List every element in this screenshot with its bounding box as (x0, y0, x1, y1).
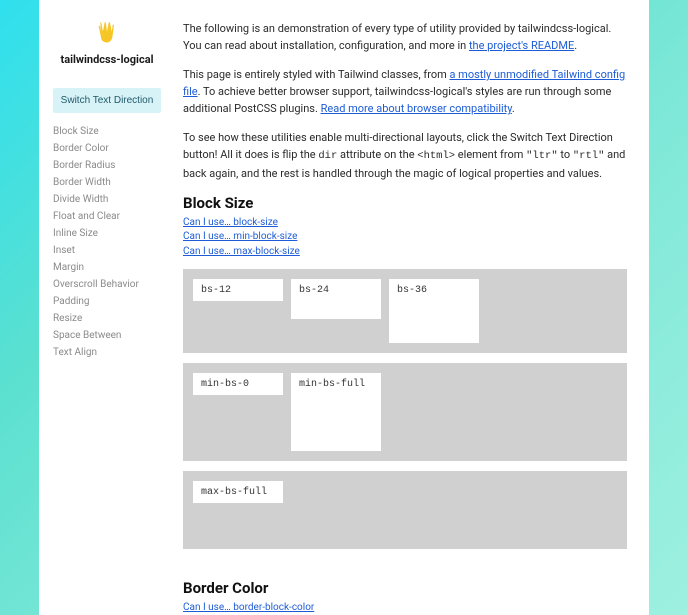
caniuse-border-block-color[interactable]: Can I use… border-block-color (183, 601, 627, 615)
section-block-size: Block Size Can I use… block-size Can I u… (183, 194, 627, 550)
compat-link[interactable]: Read more about browser compatibility (321, 102, 512, 115)
box-bs-36: bs-36 (389, 279, 479, 343)
box-bs-12: bs-12 (193, 279, 283, 301)
nav-overscroll[interactable]: Overscroll Behavior (53, 276, 161, 293)
demo-block-size-1: bs-12 bs-24 bs-36 (183, 269, 627, 353)
logo-block: tailwindcss-logical (53, 20, 161, 66)
nav-padding[interactable]: Padding (53, 293, 161, 310)
caniuse-block-size[interactable]: Can I use… block-size (183, 216, 627, 231)
heading-block-size: Block Size (183, 194, 627, 212)
sidebar-nav: Block Size Border Color Border Radius Bo… (53, 123, 161, 361)
box-min-bs-full: min-bs-full (291, 373, 381, 451)
nav-border-width[interactable]: Border Width (53, 174, 161, 191)
nav-float-clear[interactable]: Float and Clear (53, 208, 161, 225)
readme-link[interactable]: the project's README (469, 39, 574, 52)
nav-margin[interactable]: Margin (53, 259, 161, 276)
demo-block-size-2: min-bs-0 min-bs-full (183, 363, 627, 461)
caniuse-min-block-size[interactable]: Can I use… min-block-size (183, 230, 627, 245)
section-border-color: Border Color Can I use… border-block-col… (183, 579, 627, 615)
nav-border-color[interactable]: Border Color (53, 140, 161, 157)
sidebar: tailwindcss-logical Switch Text Directio… (53, 20, 173, 615)
nav-space-between[interactable]: Space Between (53, 327, 161, 344)
vulcan-hand-icon (93, 20, 121, 48)
nav-divide-width[interactable]: Divide Width (53, 191, 161, 208)
code-rtl: "rtl" (573, 150, 605, 162)
code-ltr: "ltr" (526, 150, 558, 162)
intro-p1: The following is an demonstration of eve… (183, 20, 627, 54)
nav-resize[interactable]: Resize (53, 310, 161, 327)
intro-p2: This page is entirely styled with Tailwi… (183, 66, 627, 117)
intro-p3: To see how these utilities enable multi-… (183, 129, 627, 181)
nav-border-radius[interactable]: Border Radius (53, 157, 161, 174)
box-max-bs-full: max-bs-full (193, 481, 283, 503)
heading-border-color: Border Color (183, 579, 627, 597)
code-dir: dir (318, 150, 337, 162)
nav-text-align[interactable]: Text Align (53, 344, 161, 361)
nav-inset[interactable]: Inset (53, 242, 161, 259)
intro-block: The following is an demonstration of eve… (183, 20, 627, 182)
nav-inline-size[interactable]: Inline Size (53, 225, 161, 242)
code-html: <html> (417, 150, 455, 162)
box-bs-24: bs-24 (291, 279, 381, 319)
caniuse-max-block-size[interactable]: Can I use… max-block-size (183, 245, 627, 260)
switch-text-direction-button[interactable]: Switch Text Direction (53, 88, 161, 113)
nav-block-size[interactable]: Block Size (53, 123, 161, 140)
brand-name: tailwindcss-logical (53, 53, 161, 66)
demo-block-size-3: max-bs-full (183, 471, 627, 549)
box-min-bs-0: min-bs-0 (193, 373, 283, 395)
main-content: The following is an demonstration of eve… (173, 20, 627, 615)
